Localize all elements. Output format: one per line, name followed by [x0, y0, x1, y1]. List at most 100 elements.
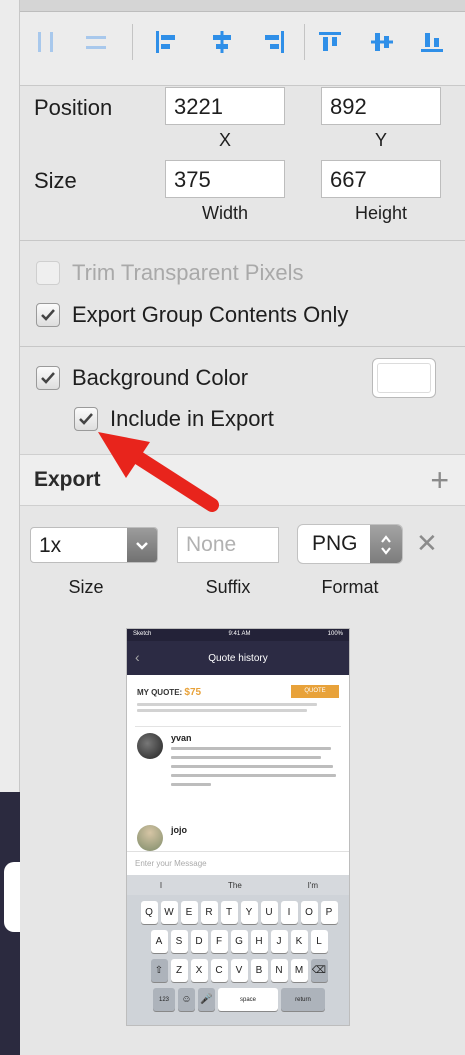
keyboard-key: G: [230, 930, 248, 953]
inspector-panel: Position 3221 892 X Y Size 375 667 Width…: [20, 0, 465, 1055]
keyboard-key: C: [210, 959, 228, 982]
export-format-select[interactable]: PNG: [297, 524, 403, 564]
export-format-value: PNG: [312, 532, 358, 555]
keyboard-key: W: [160, 901, 178, 924]
keyboard-key: Z: [170, 959, 188, 982]
message-author: jojo: [171, 825, 187, 835]
quote-card: MY QUOTE: $75 QUOTE: [135, 683, 341, 727]
format-caption: Format: [321, 577, 379, 597]
updown-chevron-icon[interactable]: [370, 525, 402, 563]
background-color-checkbox[interactable]: [36, 366, 60, 390]
carrier-text: Sketch: [133, 631, 152, 637]
trim-transparent-row[interactable]: Trim Transparent Pixels: [36, 260, 303, 286]
include-in-export-label: Include in Export: [110, 406, 274, 431]
keyboard-key: R: [200, 901, 218, 924]
align-top-icon[interactable]: [310, 22, 350, 62]
emoji-key-icon: ☺: [178, 988, 195, 1011]
align-left-icon[interactable]: [146, 22, 186, 62]
phone-nav-bar: ‹ Quote history: [127, 641, 349, 675]
keyboard: I The I'm QWERTYUIOP ASDFGHJKL ⇧ Z X C V B N M ⌫…: [127, 875, 349, 1025]
phone-nav-title: Quote history: [208, 652, 268, 664]
export-title: Export: [34, 468, 101, 491]
key-space: space: [218, 988, 278, 1011]
keyboard-suggestions: I The I'm: [127, 875, 349, 895]
size-label: Size: [34, 168, 77, 193]
keyboard-key: L: [310, 930, 328, 953]
close-icon[interactable]: ✕: [416, 528, 438, 559]
height-field[interactable]: 667: [321, 160, 441, 198]
position-x-field[interactable]: 3221: [165, 87, 285, 125]
back-chevron-icon: ‹: [135, 649, 140, 665]
position-y-field[interactable]: 892: [321, 87, 441, 125]
time-text: 9:41 AM: [228, 631, 251, 637]
message-item: jojo: [137, 825, 342, 851]
align-middle-vertical-icon[interactable]: [362, 22, 402, 62]
quote-label: MY QUOTE:: [137, 688, 183, 697]
background-color-label: Background Color: [72, 365, 249, 390]
include-in-export-checkbox[interactable]: [74, 407, 98, 431]
export-scale-select[interactable]: 1x: [30, 527, 158, 563]
keyboard-key: E: [180, 901, 198, 924]
group-contents-label: Export Group Contents Only: [72, 302, 349, 327]
quote-amount: $75: [184, 687, 202, 698]
phone-status-bar: Sketch 9:41 AM 100%: [127, 629, 349, 641]
message-author: yvan: [171, 733, 192, 743]
include-in-export-row[interactable]: Include in Export: [74, 406, 274, 432]
keyboard-key: X: [190, 959, 208, 982]
trim-checkbox[interactable]: [36, 261, 60, 285]
align-center-horizontal-icon[interactable]: [202, 22, 242, 62]
export-suffix-input[interactable]: None: [177, 527, 279, 563]
keyboard-key: A: [150, 930, 168, 953]
trim-label: Trim Transparent Pixels: [72, 260, 304, 285]
keyboard-key: F: [210, 930, 228, 953]
y-caption: Y: [374, 130, 387, 150]
checkmark-icon: [79, 413, 93, 425]
keyboard-key: M: [290, 959, 308, 982]
export-section-header: Export +: [20, 454, 465, 506]
export-group-contents-row[interactable]: Export Group Contents Only: [36, 302, 348, 328]
background-color-row[interactable]: Background Color: [36, 365, 248, 391]
key-123: 123: [153, 988, 175, 1011]
message-input: Enter your Message: [127, 851, 349, 875]
plus-icon[interactable]: +: [430, 461, 449, 499]
export-preview-thumbnail: Sketch 9:41 AM 100% ‹ Quote history MY Q…: [126, 628, 350, 1026]
keyboard-key: S: [170, 930, 188, 953]
keyboard-key: O: [300, 901, 318, 924]
keyboard-key: V: [230, 959, 248, 982]
checkmark-icon: [41, 372, 55, 384]
distribute-horizontal-icon[interactable]: [26, 22, 66, 62]
suffix-caption: Suffix: [205, 577, 251, 597]
mic-key-icon: 🎤: [198, 988, 215, 1011]
keyboard-key: T: [220, 901, 238, 924]
size-caption: Size: [68, 577, 104, 597]
backspace-key-icon: ⌫: [310, 959, 328, 982]
keyboard-key: Q: [140, 901, 158, 924]
chevron-down-icon[interactable]: [127, 528, 157, 562]
shift-key-icon: ⇧: [150, 959, 168, 982]
key-return: return: [281, 988, 325, 1011]
keyboard-key: B: [250, 959, 268, 982]
keyboard-key: Y: [240, 901, 258, 924]
keyboard-key: P: [320, 901, 338, 924]
group-contents-checkbox[interactable]: [36, 303, 60, 327]
message-item: yvan: [137, 733, 342, 823]
keyboard-key: J: [270, 930, 288, 953]
battery-text: 100%: [327, 631, 343, 637]
width-field[interactable]: 375: [165, 160, 285, 198]
avatar: [137, 825, 163, 851]
canvas-artboard-edge: [0, 792, 20, 1055]
height-caption: Height: [354, 203, 408, 223]
alignment-toolbar: [20, 0, 465, 86]
align-bottom-icon[interactable]: [412, 22, 452, 62]
x-caption: X: [218, 130, 231, 150]
width-caption: Width: [201, 203, 248, 223]
keyboard-key: I: [280, 901, 298, 924]
keyboard-key: K: [290, 930, 308, 953]
keyboard-key: H: [250, 930, 268, 953]
background-color-swatch[interactable]: [372, 358, 436, 398]
keyboard-key: N: [270, 959, 288, 982]
align-right-icon[interactable]: [254, 22, 294, 62]
distribute-vertical-icon[interactable]: [76, 22, 116, 62]
checkmark-icon: [41, 309, 55, 321]
position-label: Position: [34, 95, 113, 120]
